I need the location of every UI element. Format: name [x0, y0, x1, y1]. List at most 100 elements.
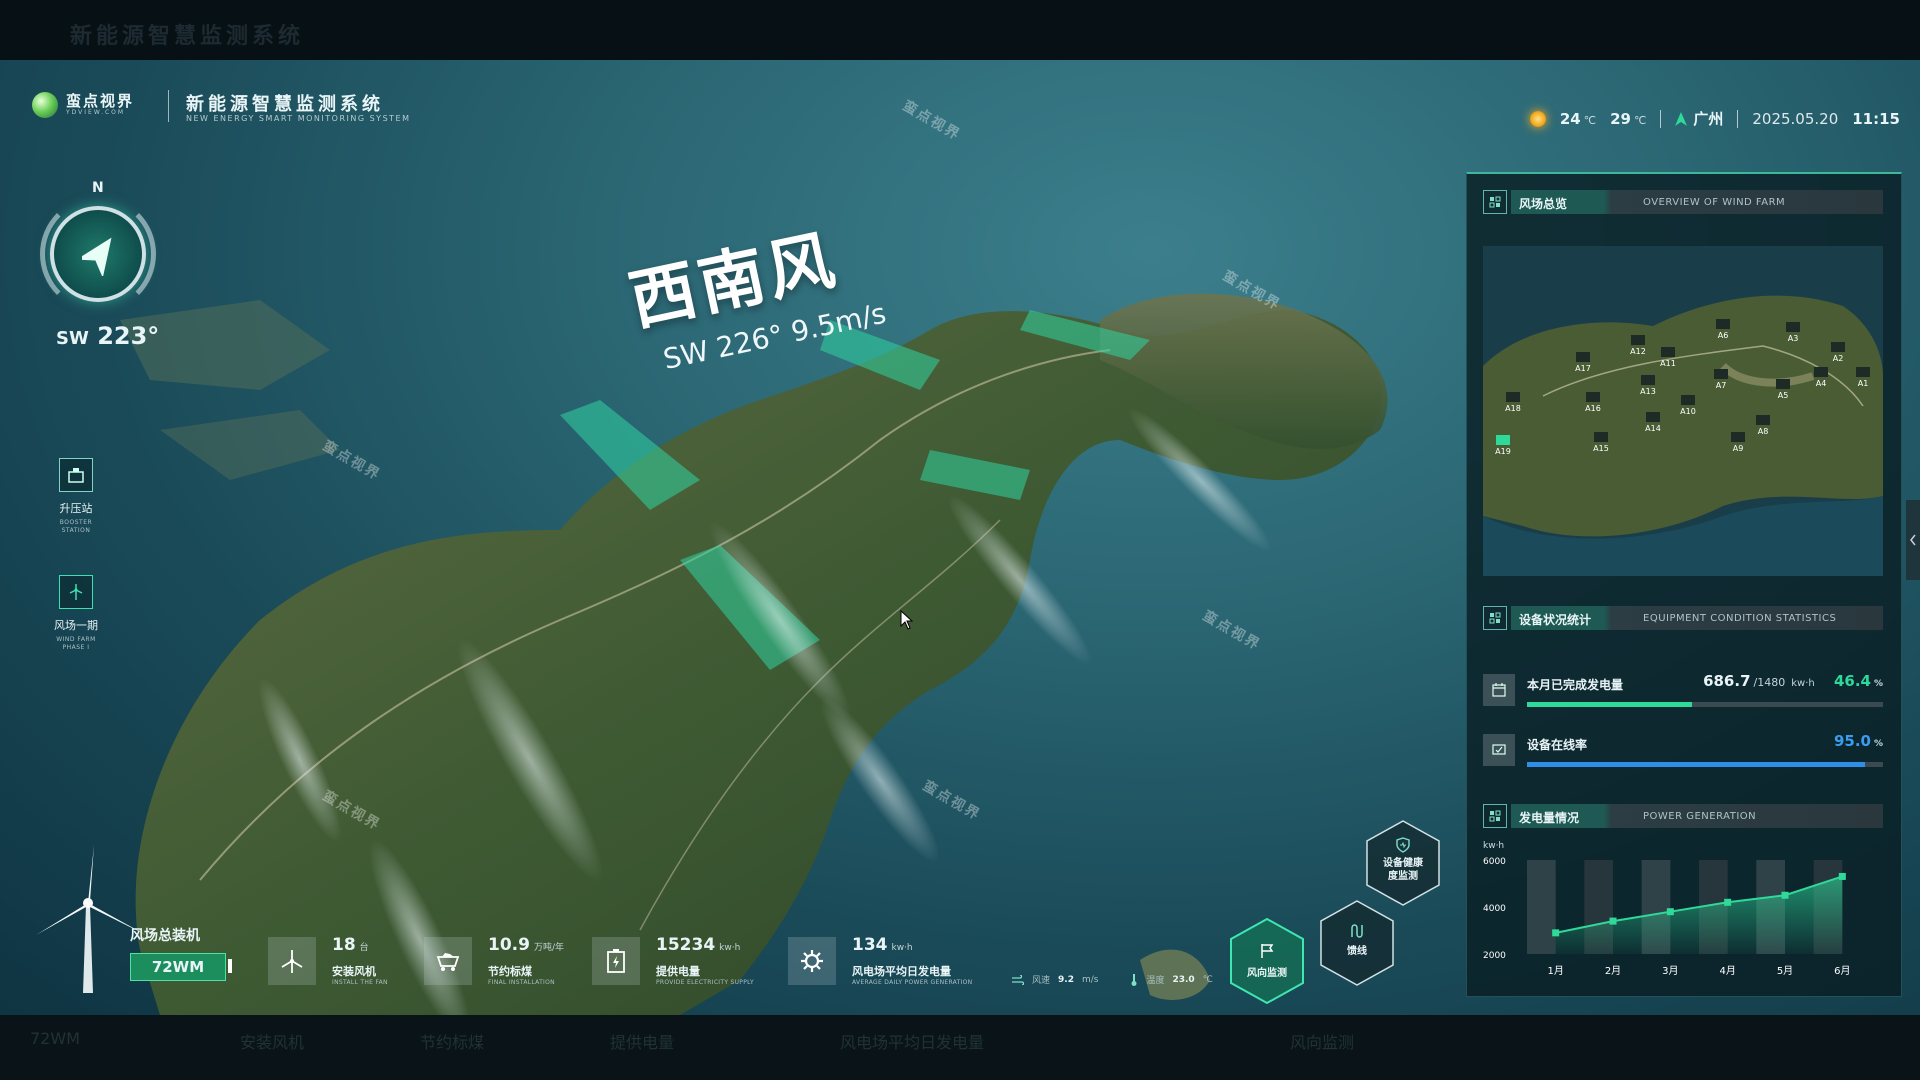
temp-high: 29 ℃ [1610, 109, 1647, 128]
divider [228, 959, 232, 973]
grid-icon [1483, 804, 1507, 828]
wind-turbine-icon [59, 575, 93, 609]
section-title: 设备状况统计 [1519, 613, 1592, 627]
gear-icon [788, 937, 836, 985]
sidenav-sub: WIND FARM PHASE I [56, 636, 96, 651]
turbine-marker-icon [1856, 367, 1870, 377]
section-subtitle: EQUIPMENT CONDITION STATISTICS [1643, 613, 1837, 624]
feeder-icon [1351, 924, 1363, 938]
date: 2025.05.20 [1752, 109, 1839, 128]
coal-cart-icon [424, 937, 472, 985]
progress-fill [1527, 702, 1693, 707]
grid-icon [1483, 606, 1507, 630]
bottom-strip: 72WM 安装风机 节约标煤 提供电量 风电场平均日发电量 风向监测 [0, 1015, 1920, 1080]
turbine-marker-icon [1496, 435, 1510, 445]
mouse-cursor-icon [900, 610, 914, 630]
bottom-stats-bar: 风场总装机 72WM 18 台 安装风机 INSTALL THE FAN 10.9… [0, 820, 1920, 1015]
turbine-marker-label: A10 [1680, 407, 1696, 416]
temp-low: 24 ℃ [1559, 109, 1597, 128]
battery-icon [592, 937, 640, 985]
generation-header: 发电量情况 POWER GENERATION [1483, 804, 1883, 828]
ghost-label: 风电场平均日发电量 [840, 1033, 985, 1052]
sun-icon [1529, 110, 1546, 127]
turbine-marker-label: A17 [1575, 364, 1591, 373]
turbine-marker-icon [1731, 432, 1745, 442]
turbine-marker-icon [1631, 335, 1645, 345]
section-title: 风场总览 [1519, 197, 1568, 211]
total-capacity-label: 风场总装机 [130, 928, 200, 944]
turbine-marker-icon [1776, 379, 1790, 389]
turbine-marker-icon [1506, 392, 1520, 402]
stat-label: 设备在线率 [1527, 738, 1588, 752]
turbine-marker-label: A2 [1833, 354, 1844, 363]
panel-collapse-tab[interactable] [1906, 500, 1920, 580]
turbine-marker-label: A11 [1660, 359, 1676, 368]
y-axis-unit: kw·h [1483, 841, 1504, 851]
turbine-marker-label: A16 [1585, 404, 1601, 413]
shield-heart-icon [1396, 837, 1410, 853]
stat-value: 95.0% [1833, 732, 1883, 750]
turbine-marker-label: A4 [1816, 379, 1827, 388]
wind-direction-monitor-button[interactable]: 风向监测 [1228, 917, 1306, 1005]
app-header: 蛮点视界 YDVIEW.COM 新能源智慧监测系统 NEW ENERGY SMA… [0, 60, 1920, 140]
page-title: 新能源智慧监测系统 [186, 94, 384, 115]
environment-readout: 风速 9.2 m/s 温度 23.0 ℃ [1012, 973, 1213, 986]
chevron-left-icon [1910, 534, 1916, 546]
turbine-marker-icon [1831, 342, 1845, 352]
equipment-header: 设备状况统计 EQUIPMENT CONDITION STATISTICS [1483, 606, 1883, 630]
wind-farm-map[interactable]: A17 A12 A11 A6 A3 A2 A4 A1 A13 A7 A5 A18 A16 A10 A14 A8… [1483, 246, 1883, 576]
equipment-health-monitor-button[interactable]: 设备健康 度监测 [1364, 819, 1442, 907]
calendar-icon [1483, 674, 1515, 706]
progress-track [1527, 702, 1883, 707]
turbine-marker-icon [1756, 415, 1770, 425]
turbine-marker-icon [1681, 395, 1695, 405]
wind-compass: N SW 223° [28, 180, 168, 350]
stat-label: 本月已完成发电量 [1527, 678, 1624, 692]
turbine-marker-label: A7 [1716, 381, 1727, 390]
wind-icon [1012, 974, 1024, 985]
section-title: 发电量情况 [1519, 811, 1580, 825]
progress-track [1527, 762, 1883, 767]
y-tick-label: 6000 [1483, 857, 1506, 867]
ghost-label: 风向监测 [1290, 1033, 1355, 1052]
ghost-label: 提供电量 [610, 1033, 675, 1052]
logo-icon [32, 92, 58, 118]
turbine-marker-label: A18 [1505, 404, 1521, 413]
feeder-button[interactable]: 馈线 [1318, 899, 1396, 987]
location-arrow-icon [1675, 111, 1688, 126]
section-subtitle: OVERVIEW OF WIND FARM [1643, 197, 1786, 208]
turbine-marker-icon [1646, 412, 1660, 422]
turbine-marker-icon [1786, 322, 1800, 332]
stat-value: 686.7/1480 kw·h 46.4% [1703, 672, 1883, 690]
header-divider [168, 90, 169, 122]
turbine-marker-icon [1641, 375, 1655, 385]
turbine-marker-icon [1716, 319, 1730, 329]
equipment-online-rate-stat: 设备在线率 95.0% [1483, 732, 1883, 772]
sidenav-sub: BOOSTER STATION [59, 519, 93, 534]
turbine-marker-icon [1594, 432, 1608, 442]
compass-north: N [92, 180, 104, 196]
monitor-check-icon [1483, 734, 1515, 766]
turbine-marker-icon [1576, 352, 1590, 362]
sidenav-wind-farm-phase-1[interactable]: 风场一期 WIND FARM PHASE I [44, 575, 108, 652]
top-strip: 新能源智慧监测系统 [0, 0, 1920, 60]
turbine-marker-icon [1714, 369, 1728, 379]
compass-ring [40, 196, 156, 312]
progress-fill [1527, 762, 1866, 767]
ghost-label: 安装风机 [240, 1033, 305, 1052]
turbine-marker-label: A19 [1495, 447, 1511, 456]
weather-bar: 24 ℃ 29 ℃ 广州 2025.05.20 11:15 [1529, 108, 1900, 129]
turbine-marker-icon [1814, 367, 1828, 377]
turbine-marker-label: A12 [1630, 347, 1646, 356]
turbine-marker-label: A9 [1733, 444, 1744, 453]
turbine-marker-label: A3 [1788, 334, 1799, 343]
turbine-marker-icon [1586, 392, 1600, 402]
turbine-marker-label: A13 [1640, 387, 1656, 396]
brand-sub: YDVIEW.COM [66, 109, 126, 116]
brand-logo[interactable]: 蛮点视界 YDVIEW.COM [32, 92, 134, 118]
ghost-label: 节约标煤 [420, 1033, 485, 1052]
location[interactable]: 广州 [1675, 108, 1723, 129]
sidenav-booster-station[interactable]: 升压站 BOOSTER STATION [44, 458, 108, 535]
turbine-marker-label: A14 [1645, 424, 1661, 433]
data-point [1838, 872, 1846, 880]
